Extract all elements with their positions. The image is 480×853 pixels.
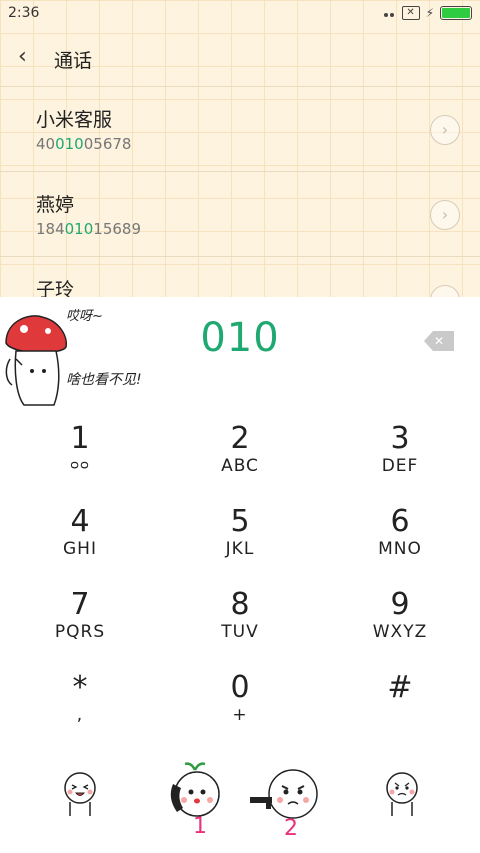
- status-bar: 2:36 ✕ ⚡: [0, 0, 480, 28]
- contact-detail-chevron-icon[interactable]: ›: [430, 200, 460, 230]
- key-digit: 3: [390, 421, 410, 456]
- dial-input-area: 哎呀~ 啥也看不见! 010 ✕: [0, 297, 480, 407]
- key-letters: DEF: [381, 456, 419, 476]
- contact-number: 4001005678: [36, 135, 132, 153]
- status-icons: ✕ ⚡: [383, 5, 472, 21]
- key-digit: 8: [230, 587, 250, 622]
- dialed-number[interactable]: 010: [0, 315, 480, 361]
- contact-number: 18401015689: [36, 220, 141, 238]
- key-digit: 4: [70, 504, 90, 539]
- key-letters: PQRS: [54, 622, 106, 642]
- key-7[interactable]: 7 PQRS: [0, 576, 160, 658]
- key-letters: ABC: [221, 456, 259, 476]
- key-9[interactable]: 9 WXYZ: [320, 576, 480, 658]
- contact-detail-chevron-icon[interactable]: ›: [430, 115, 460, 145]
- key-letters: +: [232, 705, 248, 725]
- page-title: 通话: [54, 50, 93, 72]
- status-time: 2:36: [8, 5, 40, 21]
- back-arrow-icon[interactable]: ‹: [18, 44, 27, 69]
- key-digit: 9: [390, 587, 410, 622]
- key-letters: ,: [76, 705, 84, 725]
- key-letters: GHI: [63, 539, 97, 559]
- contact-name: 子玲: [36, 279, 75, 297]
- key-digit: 0: [230, 670, 250, 705]
- key-digit: #: [387, 670, 413, 705]
- key-5[interactable]: 5 JKL: [160, 493, 320, 575]
- contact-row[interactable]: 燕婷 18401015689 ›: [0, 171, 480, 257]
- key-digit: 7: [70, 587, 90, 622]
- contact-name: 小米客服: [36, 109, 113, 131]
- key-6[interactable]: 6 MNO: [320, 493, 480, 575]
- call-sim1-button[interactable]: 1: [165, 758, 225, 850]
- key-3[interactable]: 3 DEF: [320, 410, 480, 492]
- no-sim-icon: ✕: [401, 6, 420, 20]
- dial-keypad: 1 ᴑᴑ 2 ABC 3 DEF 4 GHI 5 JKL 6 MNO 7 PQR…: [0, 410, 480, 745]
- key-digit: 5: [230, 504, 250, 539]
- charging-icon: ⚡: [425, 6, 434, 20]
- call-sim2-button[interactable]: 2: [248, 764, 323, 852]
- key-8[interactable]: 8 TUV: [160, 576, 320, 658]
- sticker-caption-2: 啥也看不见!: [66, 372, 142, 388]
- key-digit: 6: [390, 504, 410, 539]
- contact-row[interactable]: 小米客服 4001005678 ›: [0, 86, 480, 172]
- key-digit: 1: [70, 421, 90, 456]
- key-star[interactable]: * ,: [0, 659, 160, 741]
- key-4[interactable]: 4 GHI: [0, 493, 160, 575]
- key-hash[interactable]: #: [320, 659, 480, 741]
- key-letters: JKL: [225, 539, 255, 559]
- key-0[interactable]: 0 +: [160, 659, 320, 741]
- page-header: ‹ 通话: [0, 28, 480, 86]
- notification-dots-icon: [383, 5, 396, 21]
- key-1[interactable]: 1 ᴑᴑ: [0, 410, 160, 492]
- contact-detail-chevron-icon[interactable]: ›: [430, 285, 460, 297]
- battery-icon: [440, 6, 472, 20]
- bottom-action-bar: 1 2: [0, 748, 480, 853]
- key-letters: TUV: [221, 622, 259, 642]
- contact-name: 燕婷: [36, 194, 75, 216]
- menu-face-icon[interactable]: [382, 770, 422, 820]
- key-digit: 2: [230, 421, 250, 456]
- recent-calls-panel: 2:36 ✕ ⚡ ‹ 通话 小米客服 4001005678 › 燕婷 18401…: [0, 0, 480, 297]
- contact-row[interactable]: 子玲 ›: [0, 256, 480, 297]
- key-letters: MNO: [378, 539, 422, 559]
- hide-keypad-face-icon[interactable]: [60, 770, 100, 820]
- key-digit: *: [72, 670, 88, 705]
- sim2-label: 2: [284, 816, 298, 841]
- key-letters: WXYZ: [372, 622, 428, 642]
- key-2[interactable]: 2 ABC: [160, 410, 320, 492]
- voicemail-icon: ᴑᴑ: [70, 458, 90, 473]
- sim1-label: 1: [193, 814, 207, 839]
